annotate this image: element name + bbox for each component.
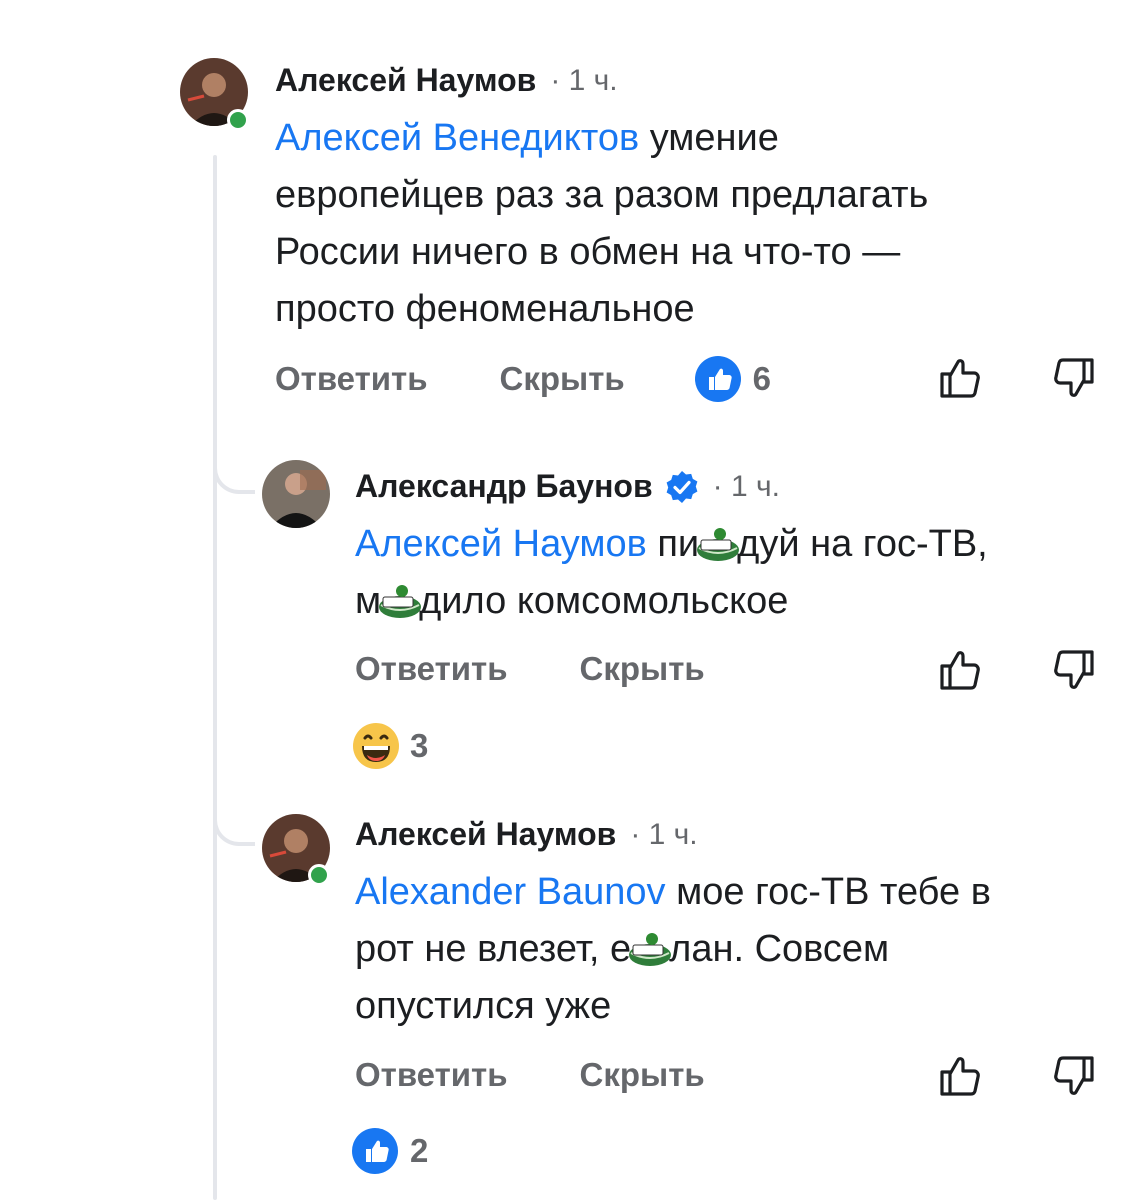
comment-time[interactable]: · 1 ч. (550, 64, 617, 98)
like-count[interactable]: 6 (694, 356, 771, 402)
hide-button[interactable]: Скрыть (500, 360, 625, 398)
comment-author[interactable]: Алексей Наумов (355, 816, 616, 853)
reaction-summary[interactable]: 3 (352, 722, 428, 770)
mention-link[interactable]: Alexander Baunov (355, 871, 666, 913)
like-badge-icon (694, 356, 741, 402)
reply-branch (213, 460, 255, 494)
mention-link[interactable]: Алексей Венедиктов (275, 117, 639, 159)
comment-author[interactable]: Александр Баунов (355, 468, 653, 505)
thumbs-up-icon[interactable] (938, 1052, 984, 1098)
comment-time[interactable]: · 1 ч. (630, 818, 697, 852)
thumbs-down-icon[interactable] (1050, 1054, 1096, 1100)
comment-text: Alexander Baunov мое гос-ТВ тебе в рот н… (355, 871, 991, 1027)
haha-reaction-icon (353, 723, 399, 769)
verified-badge-icon (666, 470, 698, 503)
reaction-summary[interactable]: 2 (352, 1128, 428, 1174)
online-status-dot (227, 109, 249, 131)
avatar[interactable] (262, 460, 330, 528)
hide-button[interactable]: Скрыть (580, 650, 705, 688)
comment-text: Алексей Венедиктов умение европейцев раз… (275, 117, 929, 330)
reply-button[interactable]: Ответить (355, 650, 508, 688)
censor-sticker-icon (379, 585, 422, 618)
reply-button[interactable]: Ответить (355, 1056, 508, 1094)
thumbs-down-icon[interactable] (1050, 648, 1096, 694)
thread-line (213, 155, 217, 1200)
comment-text: Алексей Наумов пи дуй на гос-ТВ, м дило ко… (355, 523, 988, 622)
censor-sticker-icon (697, 528, 740, 561)
online-status-dot (308, 864, 330, 886)
comment-author[interactable]: Алексей Наумов (275, 62, 536, 99)
like-badge-icon (352, 1128, 398, 1174)
thumbs-up-icon[interactable] (938, 646, 984, 692)
hide-button[interactable]: Скрыть (580, 1056, 705, 1094)
censor-sticker-icon (629, 933, 672, 966)
thumbs-up-icon[interactable] (938, 354, 984, 400)
reply-branch (213, 812, 255, 846)
mention-link[interactable]: Алексей Наумов (355, 523, 647, 565)
thumbs-down-icon[interactable] (1050, 356, 1096, 402)
comment-time[interactable]: · 1 ч. (713, 470, 780, 504)
reply-button[interactable]: Ответить (275, 360, 428, 398)
